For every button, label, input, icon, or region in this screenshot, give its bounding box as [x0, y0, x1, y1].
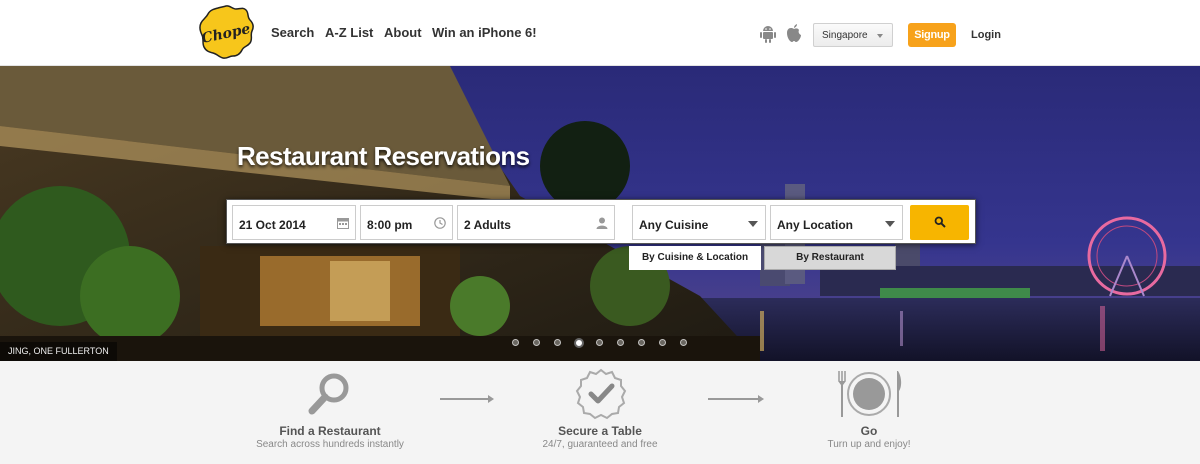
apple-icon[interactable]: [786, 24, 802, 43]
chevron-down-icon: [885, 221, 895, 227]
cuisine-select[interactable]: Any Cuisine: [632, 205, 766, 240]
slide-dot[interactable]: [596, 339, 603, 346]
arrow-right-icon: [708, 395, 764, 403]
search-button[interactable]: [910, 205, 969, 240]
signup-button[interactable]: Signup: [908, 23, 956, 47]
location-select-value: Any Location: [777, 218, 854, 232]
tab-by-restaurant[interactable]: By Restaurant: [764, 246, 896, 270]
person-icon: [596, 217, 608, 229]
date-field-value: 21 Oct 2014: [239, 218, 306, 232]
slide-dot[interactable]: [659, 339, 666, 346]
hero-banner: Restaurant Reservations 21 Oct 2014 8:00…: [0, 66, 1200, 361]
step-subtitle: 24/7, guaranteed and free: [542, 439, 658, 450]
plate-cutlery-icon: [838, 371, 902, 417]
android-icon[interactable]: [760, 25, 776, 43]
nav-about-link[interactable]: About: [384, 25, 422, 40]
chope-logo[interactable]: Chope: [197, 4, 255, 60]
guests-field-value: 2 Adults: [464, 218, 511, 232]
guests-field[interactable]: 2 Adults: [457, 205, 615, 240]
step-title: Find a Restaurant: [279, 424, 381, 438]
tab-by-cuisine-location[interactable]: By Cuisine & Location: [629, 246, 761, 270]
step-subtitle: Turn up and enjoy!: [827, 439, 911, 450]
reservation-search-bar: 21 Oct 2014 8:00 pm 2 Adults Any Cuisine…: [226, 199, 976, 244]
how-it-works: Find a Restaurant Search across hundreds…: [0, 361, 1200, 464]
step-title: Go: [860, 424, 878, 438]
nav-win-iphone-link[interactable]: Win an iPhone 6!: [432, 25, 537, 40]
magnifier-icon: [308, 373, 349, 415]
country-select-value: Singapore: [822, 30, 868, 41]
calendar-icon: [337, 217, 349, 229]
slide-dot[interactable]: [554, 339, 561, 346]
slide-dot[interactable]: [512, 339, 519, 346]
arrow-right-icon: [440, 395, 494, 403]
slide-dot[interactable]: [638, 339, 645, 346]
slide-dot[interactable]: [680, 339, 687, 346]
nav-search-link[interactable]: Search: [271, 25, 314, 40]
hero-title: Restaurant Reservations: [237, 141, 530, 171]
badge-check-icon: [575, 368, 627, 420]
slide-dot[interactable]: [533, 339, 540, 346]
chevron-down-icon: [748, 221, 758, 227]
photo-caption: JING, ONE FULLERTON: [0, 342, 117, 361]
cuisine-select-value: Any Cuisine: [639, 218, 709, 232]
nav-az-list-link[interactable]: A-Z List: [325, 25, 373, 40]
search-icon: [934, 216, 946, 228]
time-field-value: 8:00 pm: [367, 218, 413, 232]
slide-dot[interactable]: [617, 339, 624, 346]
step-title: Secure a Table: [558, 424, 642, 438]
clock-icon: [434, 217, 446, 229]
location-select[interactable]: Any Location: [770, 205, 903, 240]
date-field[interactable]: 21 Oct 2014: [232, 205, 356, 240]
chevron-down-icon: [877, 34, 883, 38]
login-link[interactable]: Login: [971, 29, 1001, 41]
step-subtitle: Search across hundreds instantly: [256, 439, 404, 450]
top-header: Chope Search A-Z List About Win an iPhon…: [0, 0, 1200, 66]
country-select[interactable]: Singapore: [813, 23, 893, 47]
time-field[interactable]: 8:00 pm: [360, 205, 453, 240]
slide-dot-active[interactable]: [574, 338, 584, 348]
